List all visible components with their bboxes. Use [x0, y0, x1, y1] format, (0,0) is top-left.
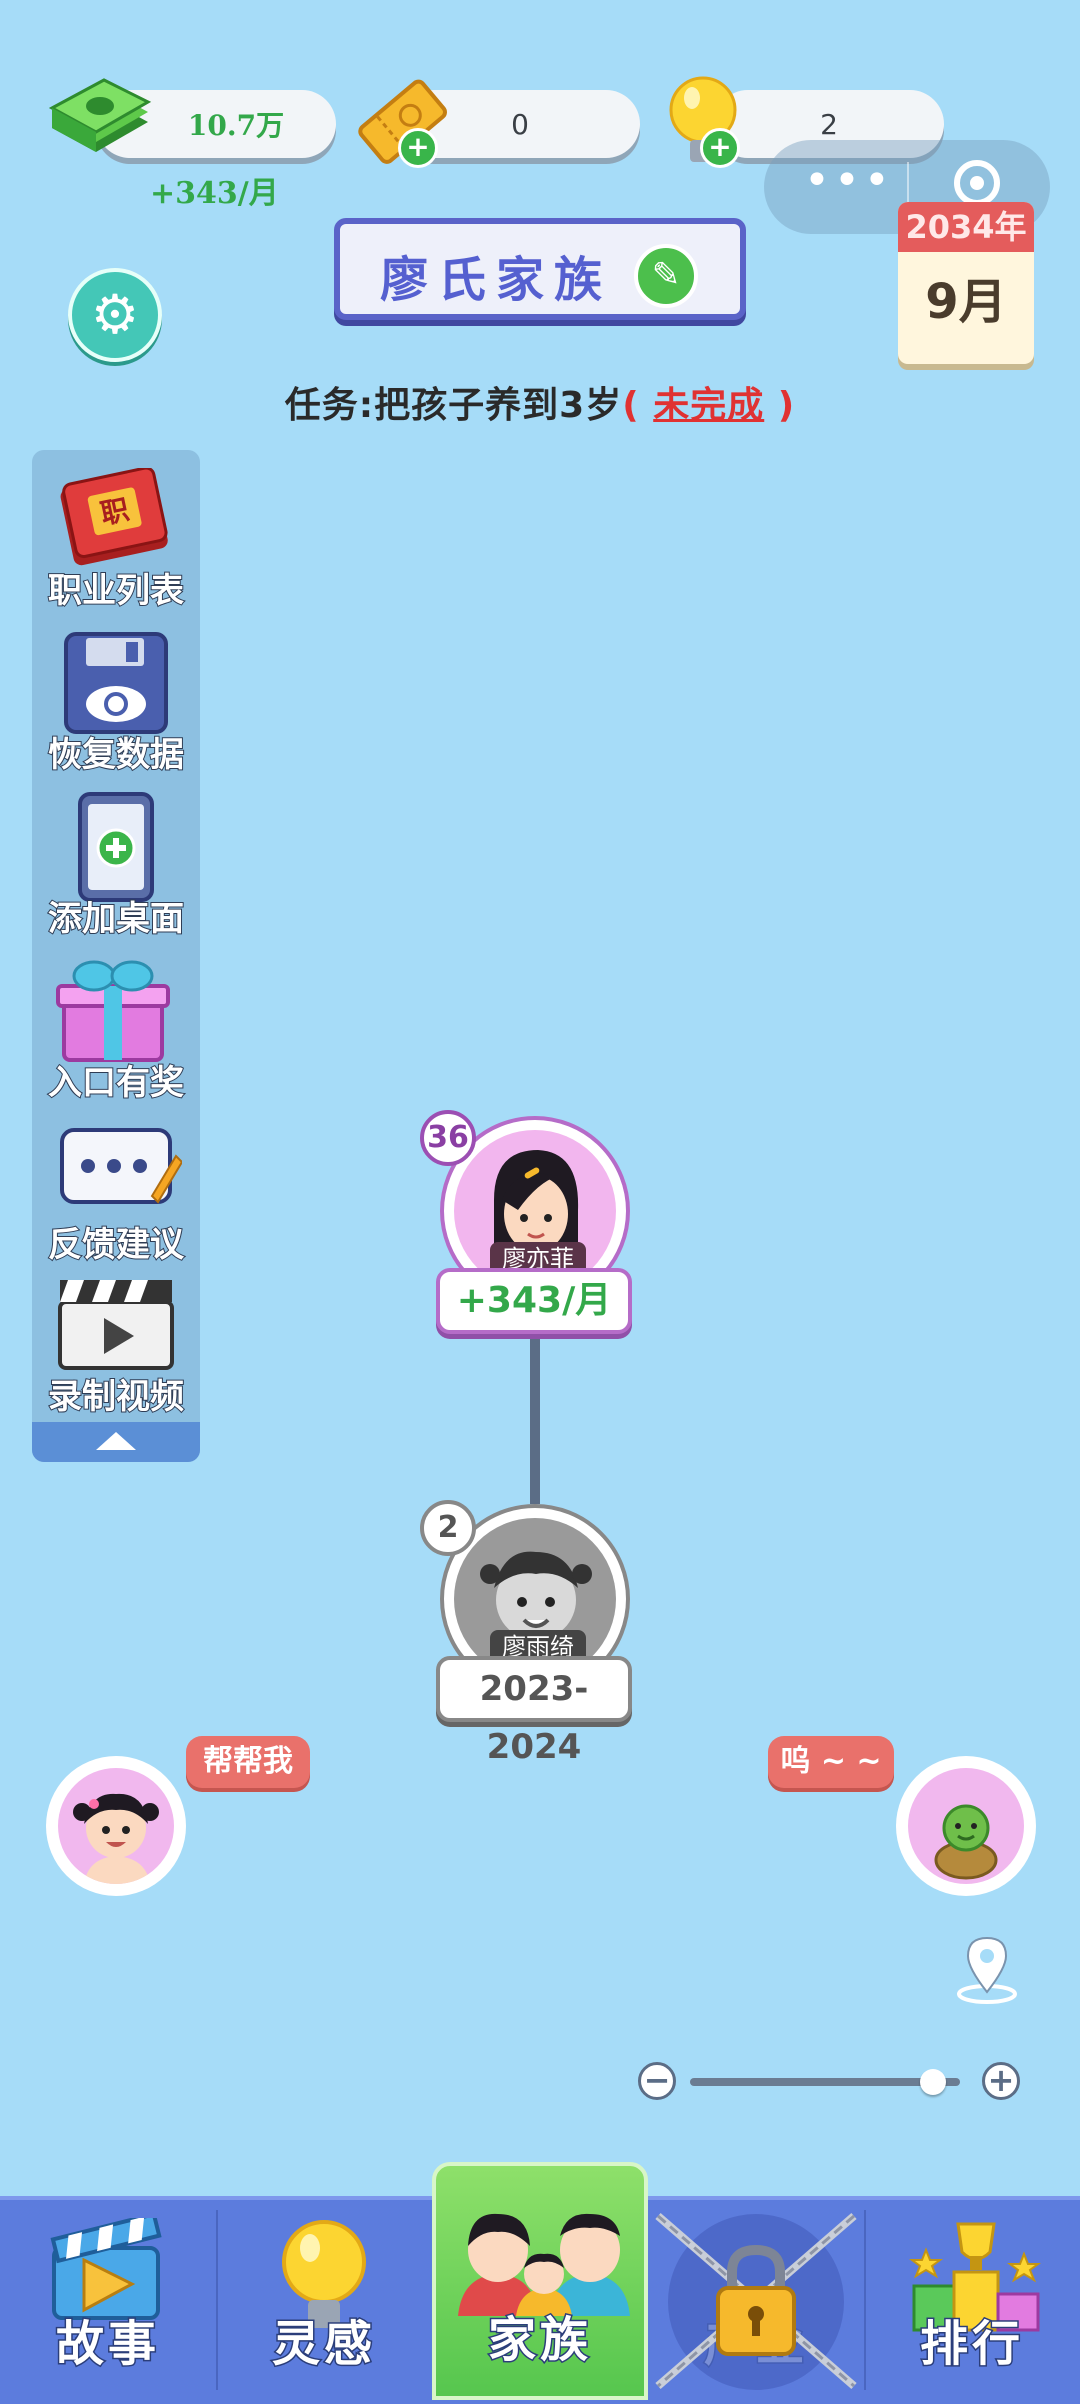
feedback-bubble-icon — [58, 1126, 184, 1210]
gear-icon[interactable]: ⚙ — [68, 268, 162, 362]
right-character[interactable] — [896, 1756, 1036, 1896]
location-pin-icon[interactable] — [954, 1934, 1020, 2004]
family-title-box[interactable]: 廖氏家族 ✎ — [334, 218, 746, 320]
zoom-in-button[interactable]: + — [982, 2062, 1020, 2100]
child-years: 2023-2024 — [436, 1656, 632, 1767]
chevron-up-icon[interactable] — [32, 1422, 200, 1462]
tab-label: 家族 — [486, 2311, 592, 2370]
add-ticket-button[interactable]: + — [398, 128, 438, 168]
zoom-out-button[interactable]: − — [638, 2062, 676, 2100]
task-paren-close: ) — [777, 385, 796, 426]
monthly-income-label: +343/月 — [150, 176, 279, 211]
tab-label: 排行 — [918, 2315, 1024, 2374]
side-item-label: 添加桌面 — [47, 898, 185, 940]
money-stack-icon — [44, 78, 154, 162]
gift-box-icon — [50, 954, 176, 1064]
side-item-feedback[interactable]: 反馈建议 — [32, 1116, 200, 1266]
girl-character-icon — [58, 1768, 174, 1884]
left-speech-bubble: 帮帮我 — [186, 1736, 310, 1788]
task-description: 任务:把孩子养到3岁( 未完成 ) — [0, 376, 1080, 428]
side-item-label: 反馈建议 — [47, 1224, 185, 1266]
task-paren-open: ( — [622, 385, 640, 426]
side-item-label: 录制视频 — [47, 1376, 185, 1418]
idea-value: 2 — [820, 107, 838, 141]
side-item-record-video[interactable]: 录制视频 — [32, 1268, 200, 1418]
calendar-month: 9月 — [925, 274, 1007, 330]
target-icon[interactable] — [954, 160, 1000, 206]
zoom-slider[interactable] — [690, 2069, 960, 2095]
tab-story[interactable]: 故事 — [0, 2196, 216, 2400]
more-dots-icon[interactable]: ••• — [804, 159, 890, 212]
side-menu: 职 职业列表 恢复数据 添加桌面 入口有奖 反馈建议 录制视频 — [32, 450, 200, 1462]
ticket-value: 0 — [511, 107, 529, 141]
tab-inspiration[interactable]: 灵感 — [216, 2196, 432, 2400]
side-item-add-desktop[interactable]: 添加桌面 — [32, 790, 200, 940]
zoom-slider-knob[interactable] — [920, 2069, 946, 2095]
phone-add-icon — [76, 792, 156, 902]
add-idea-button[interactable]: + — [700, 128, 740, 168]
calendar-widget: 2034年 9月 — [898, 202, 1034, 364]
right-speech-bubble: 呜 ~ ~ — [768, 1736, 894, 1788]
money-value: 10.7万 — [187, 109, 285, 142]
career-book-icon: 职 — [52, 466, 172, 568]
turtle-character-icon — [908, 1768, 1024, 1884]
tab-industry[interactable]: 产业 — [648, 2196, 864, 2400]
floppy-cloud-icon — [60, 630, 172, 736]
parent-age-badge: 36 — [420, 1110, 476, 1166]
side-item-career-list[interactable]: 职 职业列表 — [32, 462, 200, 612]
side-item-entry-reward[interactable]: 入口有奖 — [32, 954, 200, 1104]
left-character[interactable] — [46, 1756, 186, 1896]
side-item-label: 入口有奖 — [47, 1062, 185, 1104]
side-item-restore-data[interactable]: 恢复数据 — [32, 626, 200, 776]
tab-label: 故事 — [54, 2315, 160, 2374]
child-age-badge: 2 — [420, 1500, 476, 1556]
tab-ranking[interactable]: 排行 — [864, 2196, 1080, 2400]
family-icon — [454, 2196, 634, 2316]
parent-income: +343/月 — [436, 1268, 632, 1334]
side-item-label: 职业列表 — [47, 570, 185, 612]
calendar-year: 2034年 — [898, 202, 1034, 252]
tab-label: 灵感 — [270, 2315, 376, 2374]
tab-family[interactable]: 家族 — [432, 2162, 648, 2400]
family-title: 廖氏家族 — [380, 252, 613, 308]
task-text: 任务:把孩子养到3岁 — [284, 385, 623, 426]
side-item-label: 恢复数据 — [47, 734, 185, 776]
edit-pencil-icon[interactable]: ✎ — [634, 244, 698, 308]
padlock-icon — [648, 2196, 864, 2400]
task-status: 未完成 — [653, 385, 765, 426]
video-clapper-icon — [54, 1272, 178, 1372]
tree-connector — [530, 1334, 540, 1504]
